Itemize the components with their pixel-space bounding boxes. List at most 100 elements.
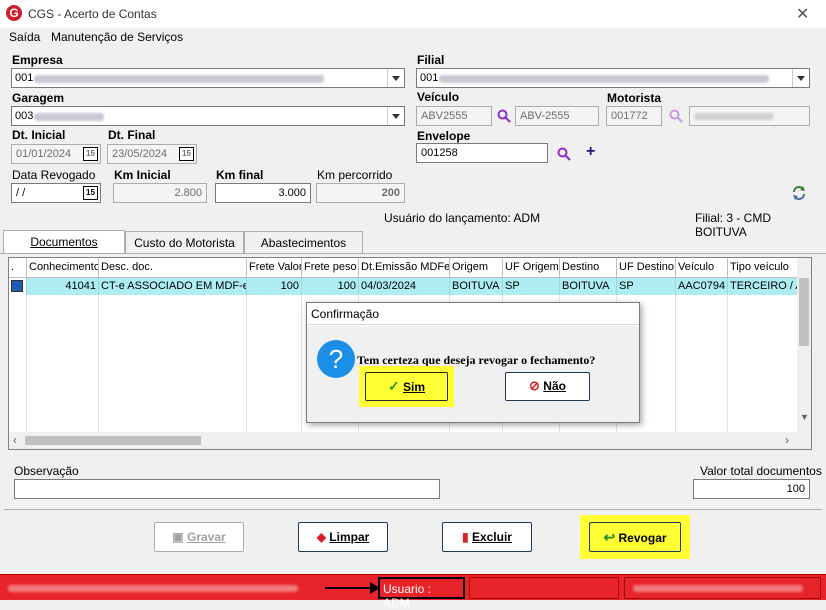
close-icon[interactable]: ✕ xyxy=(796,4,809,24)
km-percorrido-field: 200 xyxy=(316,183,405,203)
grid-cell-frete-peso[interactable]: 100 xyxy=(302,278,359,295)
limpar-button[interactable]: ◆ Limpar xyxy=(298,522,388,552)
filial-label: Filial xyxy=(417,53,445,67)
grid-header-uf-destino[interactable]: UF Destino xyxy=(617,258,676,278)
grid-header-conhecimento[interactable]: Conhecimento xyxy=(27,258,99,278)
grid-column-line xyxy=(246,295,247,432)
tab-custo-motorista-label: Custo do Motorista xyxy=(134,236,235,250)
scroll-thumb[interactable] xyxy=(799,278,809,346)
motorista-name-field xyxy=(689,106,810,126)
grid-column-line xyxy=(301,295,302,432)
grid-cell-tipo-veiculo[interactable]: TERCEIRO / A xyxy=(728,278,798,295)
km-inicial-field[interactable]: 2.800 xyxy=(113,183,207,203)
grid-header-destino[interactable]: Destino xyxy=(560,258,617,278)
grid-cell-uf-destino[interactable]: SP xyxy=(617,278,676,295)
empresa-label: Empresa xyxy=(12,53,63,67)
redacted-text xyxy=(694,113,774,120)
horizontal-scrollbar[interactable]: ‹ › xyxy=(9,432,811,449)
calendar-icon[interactable]: 15 xyxy=(83,147,98,161)
grid-cell-origem[interactable]: BOITUVA xyxy=(450,278,503,295)
dt-final-value: 23/05/2024 xyxy=(112,148,168,160)
veiculo-code-field[interactable]: ABV2555 xyxy=(416,106,492,126)
chevron-down-icon[interactable] xyxy=(387,107,404,125)
garagem-select[interactable]: 003 xyxy=(11,106,405,126)
veiculo-label: Veículo xyxy=(417,90,460,104)
calendar-icon[interactable]: 15 xyxy=(179,147,194,161)
grid-header-desc-doc[interactable]: Desc. doc. xyxy=(99,258,247,278)
sim-label: Sim xyxy=(403,380,426,394)
chevron-down-icon[interactable] xyxy=(792,69,809,87)
km-inicial-label: Km Inicial xyxy=(114,168,171,182)
row-checkbox-icon[interactable] xyxy=(11,280,23,292)
observacao-label: Observação xyxy=(14,464,79,478)
data-revogado-field[interactable]: / / 15 xyxy=(11,183,101,203)
grid-header-origem[interactable]: Origem xyxy=(450,258,503,278)
grid-cell-destino[interactable]: BOITUVA xyxy=(560,278,617,295)
grid-cell-dt-emissao[interactable]: 04/03/2024 xyxy=(359,278,450,295)
redacted-text xyxy=(439,75,769,83)
vertical-scrollbar[interactable]: ▼ xyxy=(797,258,811,432)
grid-row-marker-cell[interactable] xyxy=(9,278,27,295)
grid-cell-frete-valor[interactable]: 100 xyxy=(247,278,302,295)
grid-header-frete-valor[interactable]: Frete Valor xyxy=(247,258,302,278)
grid-cell-desc-doc[interactable]: CT-e ASSOCIADO EM MDF-e xyxy=(99,278,247,295)
redacted-text xyxy=(34,75,324,83)
revogar-button[interactable]: ↩ Revogar xyxy=(589,522,681,552)
motorista-code-field[interactable]: 001772 xyxy=(606,106,662,126)
menu-manutencao-servicos[interactable]: Manutenção de Serviços xyxy=(51,30,183,44)
tab-documentos[interactable]: Documentos xyxy=(3,230,125,254)
grid-cell-veiculo[interactable]: AAC0794 xyxy=(676,278,728,295)
section-divider xyxy=(4,509,822,510)
status-bar: Usuario : ADM xyxy=(0,574,826,610)
refresh-icon[interactable] xyxy=(791,185,807,201)
grid-column-line xyxy=(98,295,99,432)
dt-final-field[interactable]: 23/05/2024 15 xyxy=(107,144,197,164)
redacted-text xyxy=(633,585,803,592)
excluir-button[interactable]: ▮ Excluir xyxy=(442,522,532,552)
scroll-thumb[interactable] xyxy=(25,436,201,445)
status-panel xyxy=(469,577,619,599)
search-icon[interactable] xyxy=(669,109,683,123)
grid-header-dt-emissao[interactable]: Dt.Emissão MDFe xyxy=(359,258,450,278)
chevron-right-icon[interactable]: › xyxy=(785,433,789,447)
undo-arrow-icon: ↩ xyxy=(603,529,616,545)
grid-cell-conhecimento[interactable]: 41041 xyxy=(27,278,99,295)
search-icon[interactable] xyxy=(557,147,571,161)
confirm-dialog: Confirmação ? Tem certeza que deseja rev… xyxy=(306,302,640,423)
filial-select[interactable]: 001 xyxy=(416,68,810,88)
chevron-left-icon[interactable]: ‹ xyxy=(13,433,17,447)
tab-custo-motorista[interactable]: Custo do Motorista xyxy=(125,231,244,253)
dialog-title: Confirmação xyxy=(311,307,380,321)
grid-header-marker: . xyxy=(9,258,27,278)
save-icon: ▣ xyxy=(172,530,184,544)
nao-label: Não xyxy=(543,379,566,393)
grid-header-veiculo[interactable]: Veículo xyxy=(676,258,728,278)
observacao-field[interactable] xyxy=(14,479,440,499)
km-final-label: Km final xyxy=(216,168,264,182)
empresa-select[interactable]: 001 xyxy=(11,68,405,88)
dt-inicial-field[interactable]: 01/01/2024 15 xyxy=(11,144,101,164)
chevron-down-icon[interactable]: ▼ xyxy=(800,412,809,422)
limpar-label: Limpar xyxy=(329,530,370,544)
tab-abastecimentos[interactable]: Abastecimentos xyxy=(244,231,363,253)
sim-button[interactable]: ✓ Sim xyxy=(365,372,448,401)
km-final-field[interactable]: 3.000 xyxy=(215,183,311,203)
dt-inicial-label: Dt. Inicial xyxy=(12,128,66,142)
menu-bar: Saída Manutenção de Serviços xyxy=(0,28,826,46)
menu-saida[interactable]: Saída xyxy=(9,30,40,44)
gravar-button[interactable]: ▣ Gravar xyxy=(154,522,244,552)
calendar-icon[interactable]: 15 xyxy=(83,186,98,200)
grid-header-frete-peso[interactable]: Frete peso xyxy=(302,258,359,278)
search-icon[interactable] xyxy=(497,109,511,123)
grid-cell-uf-origem[interactable]: SP xyxy=(503,278,560,295)
envelope-field[interactable]: 001258 xyxy=(416,143,548,163)
filial-value: 001 xyxy=(420,72,439,84)
grid-column-line xyxy=(26,295,27,432)
check-icon: ✓ xyxy=(387,378,400,394)
grid-header-uf-origem[interactable]: UF Origem xyxy=(503,258,560,278)
tab-divider xyxy=(0,253,826,254)
nao-button[interactable]: ⊘ Não xyxy=(505,372,590,401)
grid-header-tipo-veiculo[interactable]: Tipo veículo xyxy=(728,258,798,278)
chevron-down-icon[interactable] xyxy=(387,69,404,87)
add-icon[interactable]: + xyxy=(586,143,595,161)
